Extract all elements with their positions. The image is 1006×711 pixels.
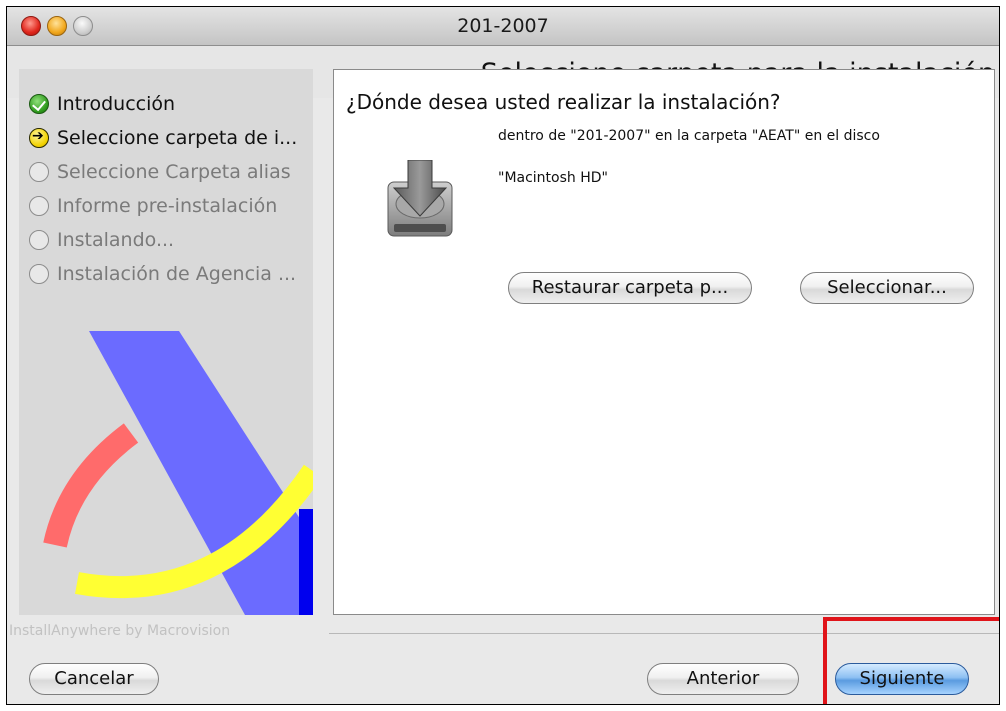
install-location-question: ¿Dónde desea usted realizar la instalaci… (346, 90, 781, 114)
arrow-circle-icon (29, 128, 49, 148)
window-title: 201-2007 (457, 15, 549, 37)
empty-circle-icon (29, 230, 49, 250)
title-bar: 201-2007 (7, 7, 999, 46)
step-label: Informe pre-instalación (57, 195, 278, 217)
step-introduccion: Introducción (29, 87, 297, 121)
step-instalando: Instalando... (29, 223, 297, 257)
installer-brand: InstallAnywhere by Macrovision (9, 623, 231, 639)
logo-dark-blue-block (299, 509, 313, 615)
step-seleccione-carpeta: Seleccione carpeta de i... (29, 121, 297, 155)
step-label: Instalando... (57, 229, 175, 251)
steps-sidebar: Introducción Seleccione carpeta de i... … (19, 69, 313, 615)
step-label: Seleccione carpeta de i... (57, 127, 298, 149)
next-button-highlight (823, 617, 999, 704)
hard-drive-install-icon (387, 160, 453, 237)
installer-window: 201-2007 Seleccione carpeta para la inst… (6, 6, 1000, 705)
step-informe-preinstalacion: Informe pre-instalación (29, 189, 297, 223)
previous-button[interactable]: Anterior (647, 663, 799, 695)
cancel-button[interactable]: Cancelar (29, 663, 159, 695)
select-folder-button[interactable]: Seleccionar... (800, 272, 974, 304)
logo-red-arc (43, 423, 139, 548)
steps-list: Introducción Seleccione carpeta de i... … (29, 87, 297, 291)
check-circle-icon (29, 94, 49, 114)
step-label: Introducción (57, 93, 176, 115)
step-label: Instalación de Agencia ... (57, 263, 297, 285)
step-label: Seleccione Carpeta alias (57, 161, 291, 183)
content-panel: ¿Dónde desea usted realizar la instalaci… (333, 69, 995, 615)
step-carpeta-alias: Seleccione Carpeta alias (29, 155, 297, 189)
destination-text-line1: dentro de "201-2007" en la carpeta "AEAT… (498, 128, 880, 144)
step-instalacion-agencia: Instalación de Agencia ... (29, 257, 297, 291)
destination-text-line2: "Macintosh HD" (498, 170, 608, 186)
empty-circle-icon (29, 162, 49, 182)
empty-circle-icon (29, 264, 49, 284)
empty-circle-icon (29, 196, 49, 216)
restore-folder-button[interactable]: Restaurar carpeta p... (508, 272, 752, 304)
